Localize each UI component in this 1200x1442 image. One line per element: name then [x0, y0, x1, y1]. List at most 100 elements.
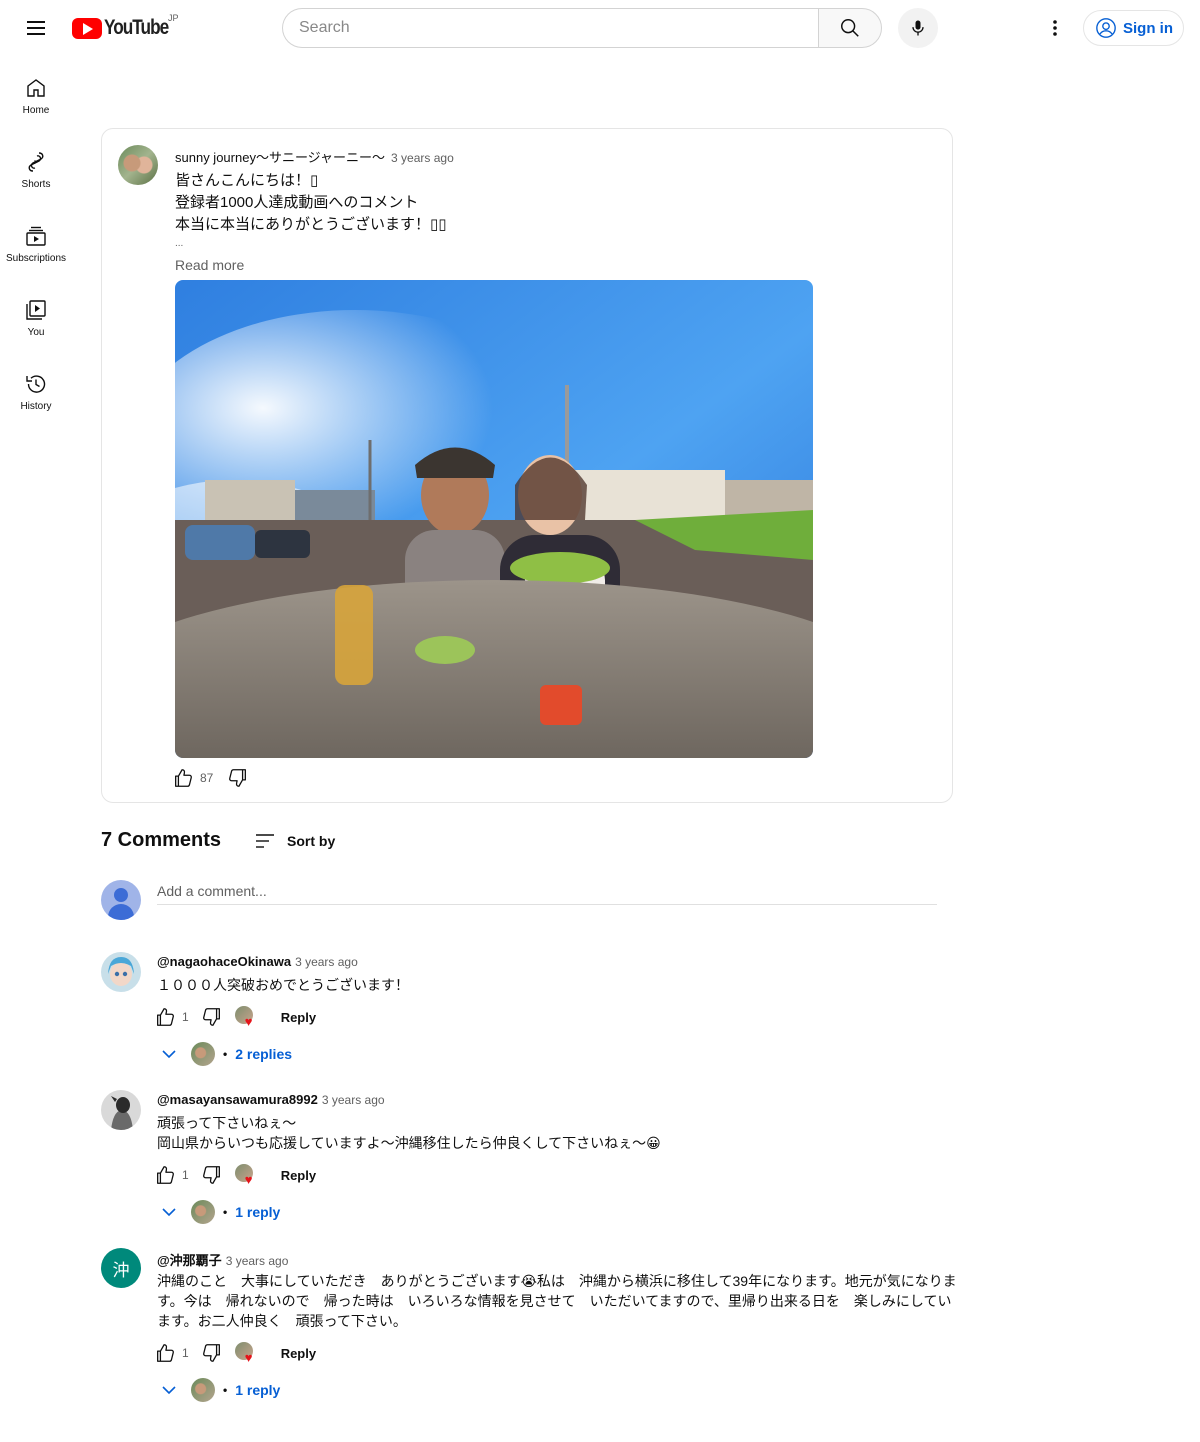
post-line: 本当に本当にありがとうございます！▯▯ [175, 216, 447, 233]
nav-item-you[interactable]: You [0, 278, 72, 352]
comment-header: @nagaohaceOkinawa 3 years ago [157, 954, 358, 969]
sign-in-label: Sign in [1123, 19, 1173, 37]
comment-time[interactable]: 3 years ago [322, 1093, 385, 1107]
comment-actions: 1 ♥ Reply [154, 1006, 316, 1028]
chevron-down-icon [162, 1050, 176, 1059]
comment-time[interactable]: 3 years ago [226, 1254, 289, 1268]
nav-item-label: Subscriptions [5, 253, 67, 264]
menu-icon[interactable] [20, 12, 52, 44]
view-replies-button[interactable]: • 1 reply [161, 1378, 280, 1402]
thumbs-up-icon [157, 1344, 174, 1362]
sign-in-button[interactable]: Sign in [1083, 10, 1184, 46]
chevron-down-icon [162, 1208, 176, 1217]
comment-line: 岡山県からいつも応援していますよ〜沖縄移住したら仲良くして下さいねぇ〜😀 [157, 1135, 661, 1151]
like-button[interactable] [154, 1164, 176, 1186]
comment-author-avatar[interactable]: 沖 [101, 1248, 141, 1288]
like-button[interactable] [154, 1006, 176, 1028]
dislike-button[interactable] [201, 1164, 223, 1186]
post-line: 登録者1000人達成動画へのコメント [175, 194, 419, 211]
comment-author-avatar[interactable] [101, 952, 141, 992]
channel-avatar[interactable] [118, 145, 158, 185]
post-header: sunny journey〜サニージャーニー〜 3 years ago [175, 147, 454, 166]
comment-author-avatar[interactable] [101, 1090, 141, 1130]
subscriptions-icon [26, 226, 46, 246]
shorts-icon [28, 152, 44, 172]
like-button[interactable] [154, 1342, 176, 1364]
comment-text: 頑張って下さいねぇ〜 岡山県からいつも応援していますよ〜沖縄移住したら仲良くして… [157, 1113, 957, 1153]
search-input[interactable]: Search [282, 8, 818, 48]
nav-item-subscriptions[interactable]: Subscriptions [0, 204, 72, 278]
like-button[interactable] [172, 767, 194, 789]
post-time[interactable]: 3 years ago [391, 151, 454, 165]
search-button[interactable] [818, 8, 882, 48]
sort-icon [256, 833, 275, 848]
guide-sidebar: Home Shorts Subscriptions You History [0, 56, 72, 426]
comment-thread: @masayansawamura8992 3 years ago 頑張って下さいね… [101, 1090, 961, 1230]
comments-header: 7 Comments Sort by [101, 829, 335, 852]
heart-icon: ♥ [244, 1350, 253, 1365]
more-vert-icon [1053, 20, 1057, 36]
thumbs-down-icon [229, 769, 247, 787]
chevron-down-icon [162, 1386, 176, 1395]
post-text: 皆さんこんにちは！▯ 登録者1000人達成動画へのコメント 本当に本当にありがと… [175, 170, 447, 236]
view-replies-button[interactable]: • 1 reply [161, 1200, 280, 1224]
nav-item-label: You [27, 327, 45, 338]
youtube-play-icon [72, 17, 102, 39]
post-line: 皆さんこんにちは！▯ [175, 172, 319, 189]
view-replies-button[interactable]: • 2 replies [161, 1042, 292, 1066]
reply-button[interactable]: Reply [281, 1168, 316, 1183]
reply-button[interactable]: Reply [281, 1010, 316, 1025]
logo-wordmark: YouTube [104, 16, 169, 39]
region-code: JP [168, 13, 179, 23]
creator-heart-badge: ♥ [234, 1164, 257, 1186]
sort-by-button[interactable]: Sort by [255, 832, 335, 850]
comment-header: @masayansawamura8992 3 years ago [157, 1092, 385, 1107]
reply-button[interactable]: Reply [281, 1346, 316, 1361]
nav-item-label: Shorts [21, 179, 51, 190]
separator-dot: • [223, 1383, 228, 1397]
comment-actions: 1 ♥ Reply [154, 1342, 316, 1364]
masthead: YouTube JP Search Sign in [0, 0, 1200, 56]
comment-text: １０００人突破おめでとうございます！ [157, 977, 409, 993]
post-image[interactable] [175, 280, 813, 758]
thumbs-down-icon [202, 1166, 220, 1184]
youtube-logo[interactable]: YouTube JP [72, 13, 182, 41]
add-comment-input[interactable]: Add a comment... [157, 880, 937, 905]
nav-item-label: Home [22, 105, 50, 116]
settings-menu-button[interactable] [1039, 12, 1071, 44]
comment-actions: 1 ♥ Reply [154, 1164, 316, 1186]
history-icon [26, 375, 46, 393]
creator-heart-badge: ♥ [234, 1342, 257, 1365]
nav-item-home[interactable]: Home [0, 56, 72, 130]
avatar [101, 880, 141, 920]
comment-line: 頑張って下さいねぇ〜 [157, 1115, 297, 1131]
dislike-button[interactable] [227, 767, 249, 789]
comment-author[interactable]: @masayansawamura8992 [157, 1092, 318, 1107]
home-icon [27, 79, 45, 97]
nav-item-shorts[interactable]: Shorts [0, 130, 72, 204]
creator-heart-badge: ♥ [234, 1006, 257, 1028]
separator-dot: • [223, 1047, 228, 1061]
comment-header: @沖那覇子 3 years ago [157, 1250, 288, 1269]
comment-time[interactable]: 3 years ago [295, 955, 358, 969]
comment-author[interactable]: @nagaohaceOkinawa [157, 954, 291, 969]
comment-thread: 沖 @沖那覇子 3 years ago 沖縄のこと 大事にしていただき ありがとう… [101, 1248, 961, 1408]
account-circle-icon [1096, 18, 1116, 38]
thumbs-down-icon [202, 1008, 220, 1026]
voice-search-button[interactable] [898, 8, 938, 48]
replies-label: 2 replies [235, 1046, 293, 1062]
dislike-button[interactable] [201, 1342, 223, 1364]
comment-author[interactable]: @沖那覇子 [157, 1253, 222, 1268]
thumbs-up-icon [157, 1008, 174, 1026]
dislike-button[interactable] [201, 1006, 223, 1028]
library-icon [26, 300, 46, 320]
post-author[interactable]: sunny journey〜サニージャーニー〜 [175, 150, 385, 165]
microphone-icon [912, 20, 924, 36]
comments-count: 7 Comments [101, 829, 222, 851]
sort-by-label: Sort by [287, 832, 336, 849]
nav-item-history[interactable]: History [0, 352, 72, 426]
read-more-button[interactable]: Read more [175, 257, 244, 273]
thumbs-down-icon [202, 1344, 220, 1362]
search-icon [841, 19, 859, 37]
comment-text: 沖縄のこと 大事にしていただき ありがとうございます😭私は 沖縄から横浜に移住し… [157, 1273, 957, 1329]
